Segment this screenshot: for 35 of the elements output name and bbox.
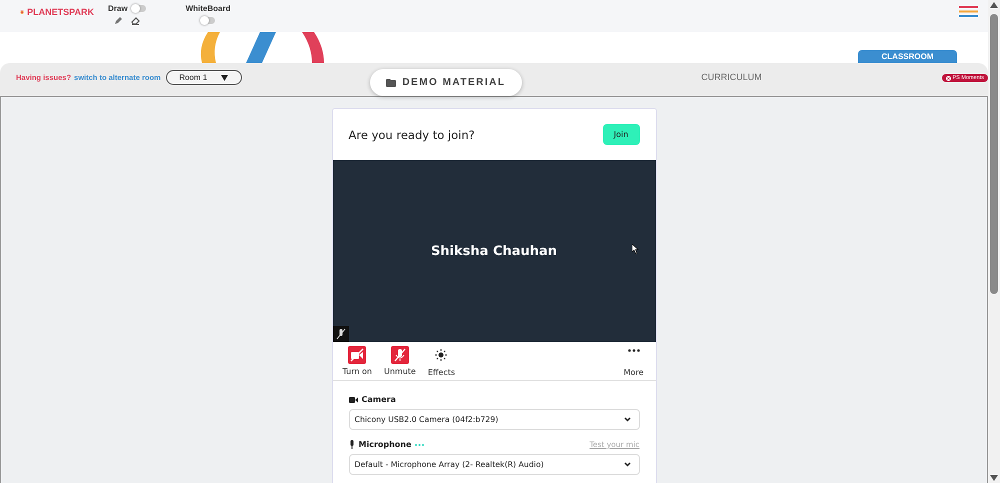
- toggle-switch[interactable]: [201, 17, 215, 24]
- eraser-icon[interactable]: [130, 16, 140, 24]
- control-button[interactable]: More: [622, 345, 646, 377]
- camera-label: Camera: [362, 395, 396, 404]
- pencil-icon[interactable]: [114, 16, 123, 25]
- join-prompt: Are you ready to join?: [348, 128, 475, 142]
- microphone-icon: [348, 440, 354, 449]
- scrollbar[interactable]: [988, 0, 1000, 483]
- control-button[interactable]: Turn on: [340, 346, 374, 376]
- control-button[interactable]: Effects: [426, 345, 458, 377]
- menu-icon[interactable]: [959, 6, 978, 17]
- toggle-switch[interactable]: [132, 5, 146, 12]
- room-select[interactable]: Room 1: [166, 70, 242, 85]
- cursor-icon: [632, 244, 638, 254]
- logo-text: PLANETSPARK: [27, 7, 94, 17]
- scroll-down-icon[interactable]: [989, 473, 999, 483]
- toggle-label: WhiteBoard: [186, 4, 230, 13]
- dropdown-icon: [221, 74, 228, 80]
- close-icon[interactable]: [946, 76, 951, 80]
- toggle-label: Draw: [108, 4, 128, 13]
- classroom-tab[interactable]: CLASSROOM: [858, 50, 957, 63]
- sun-icon: [435, 349, 448, 361]
- more-icon: [628, 349, 640, 352]
- scroll-up-icon[interactable]: [989, 0, 999, 10]
- mic-off-icon: [332, 326, 348, 342]
- chevron-down-icon: [624, 462, 630, 467]
- join-button[interactable]: Join: [602, 124, 640, 145]
- participant-name: Shiksha Chauhan: [430, 244, 558, 258]
- chevron-down-icon: [624, 417, 630, 422]
- tab[interactable]: CURRICULUM: [701, 72, 762, 82]
- control-button[interactable]: Unmute: [382, 346, 418, 376]
- microphone-label: Microphone: [358, 440, 412, 449]
- tab[interactable]: DEMO MATERIAL: [370, 69, 522, 96]
- video-camera-icon: [348, 396, 358, 402]
- folder-icon: [386, 78, 396, 86]
